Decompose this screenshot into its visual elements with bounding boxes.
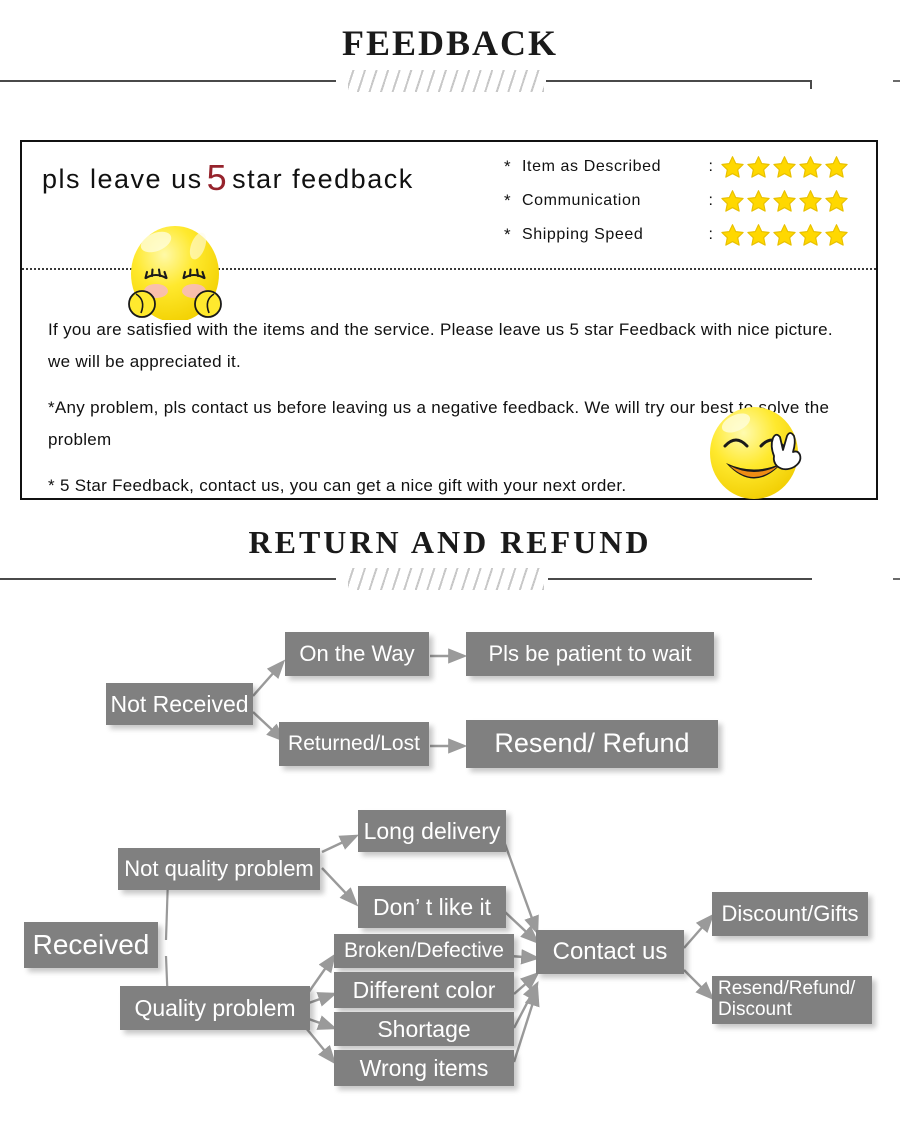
feedback-paragraph: If you are satisfied with the items and … [48,320,833,371]
node-received[interactable]: Received [24,922,158,968]
node-discount-gifts[interactable]: Discount/Gifts [712,892,868,936]
rating-stars [720,155,849,179]
star-icon [747,224,770,246]
divider-middle [0,568,900,590]
divider-hatch [348,70,544,92]
node-label: Long delivery [363,817,501,844]
asterisk-icon: * [504,157,512,176]
node-label: Returned/Lost [288,731,420,755]
rating-row: * Item as Described : [504,150,874,184]
node-dont-like-it[interactable]: Don’ t like it [358,886,506,928]
rating-colon: : [708,226,714,243]
star-icon [773,190,796,212]
star-icon [799,190,822,212]
star-icon [747,156,770,178]
node-resend-refund[interactable]: Resend/ Refund [466,720,718,768]
divider-rule-left [0,80,336,82]
page-title-return-refund: RETURN AND REFUND [248,524,652,560]
node-shortage[interactable]: Shortage [334,1012,514,1046]
node-label: Wrong items [359,1054,489,1081]
star-icon [721,156,744,178]
node-long-delivery[interactable]: Long delivery [358,810,506,852]
node-pls-be-patient[interactable]: Pls be patient to wait [466,632,714,676]
divider-end-tick [810,80,812,89]
peace-smiley-icon [708,406,804,500]
node-label: Pls be patient to wait [488,641,692,667]
divider-rule-right [546,80,812,82]
headline-five: 5 [206,157,229,198]
rating-stars [720,189,849,213]
star-icon [773,224,796,246]
divider-top [0,70,900,92]
divider-rule-left [0,578,336,580]
headline-text-after: star feedback [232,164,414,194]
page-title-feedback: FEEDBACK [341,23,559,63]
node-label: Received [32,928,150,960]
node-different-color[interactable]: Different color [334,972,514,1008]
node-label: Not quality problem [124,856,314,882]
star-icon [773,156,796,178]
rating-row: * Communication : [504,184,874,218]
star-icon [721,224,744,246]
divider-rule-right [548,578,812,580]
node-contact-us[interactable]: Contact us [536,930,684,974]
rating-label: Communication [522,192,641,209]
asterisk-icon: * [504,191,512,210]
divider-edge-mark [893,578,900,580]
star-icon [721,190,744,212]
divider-hatch [348,568,544,590]
node-not-quality-problem[interactable]: Not quality problem [118,848,320,890]
shy-smiley-icon [126,216,224,320]
divider-edge-mark [893,80,900,82]
rating-colon: : [708,192,714,209]
node-label: On the Way [299,641,415,667]
star-icon [747,190,770,212]
headline-text-before: pls leave us [42,164,203,194]
node-label: Resend/Refund/ Discount [718,978,856,1020]
rating-label: Item as Described [522,158,662,175]
node-resend-refund-discount[interactable]: Resend/Refund/ Discount [712,976,872,1024]
rating-list: * Item as Described : * Communication : … [504,150,874,252]
star-icon [825,156,848,178]
node-label: Shortage [377,1015,471,1042]
star-icon [799,224,822,246]
star-icon [825,190,848,212]
flowchart-received: Received Not quality problem Quality pro… [0,790,900,1110]
star-icon [825,224,848,246]
flowchart-not-received: Not Received On the Way Returned/Lost Pl… [0,600,900,780]
node-label: Contact us [552,938,668,966]
node-label: Not Received [110,690,249,717]
node-wrong-items[interactable]: Wrong items [334,1050,514,1086]
node-returned-lost[interactable]: Returned/Lost [279,722,429,766]
node-label: Quality problem [134,994,296,1021]
node-broken-defective[interactable]: Broken/Defective [334,934,514,968]
node-not-received[interactable]: Not Received [106,683,253,725]
node-label: Resend/ Refund [494,728,690,759]
star-icon [799,156,822,178]
rating-stars [720,223,849,247]
asterisk-icon: * [504,225,512,244]
node-on-the-way[interactable]: On the Way [285,632,429,676]
node-label: Broken/Defective [344,938,504,962]
node-label: Different color [352,976,496,1003]
rating-label: Shipping Speed [522,226,644,243]
rating-row: * Shipping Speed : [504,218,874,252]
feedback-headline: pls leave us 5 star feedback [42,157,414,199]
rating-colon: : [708,158,714,175]
node-quality-problem[interactable]: Quality problem [120,986,310,1030]
node-label: Discount/Gifts [721,901,859,927]
node-label: Don’ t like it [372,893,492,920]
